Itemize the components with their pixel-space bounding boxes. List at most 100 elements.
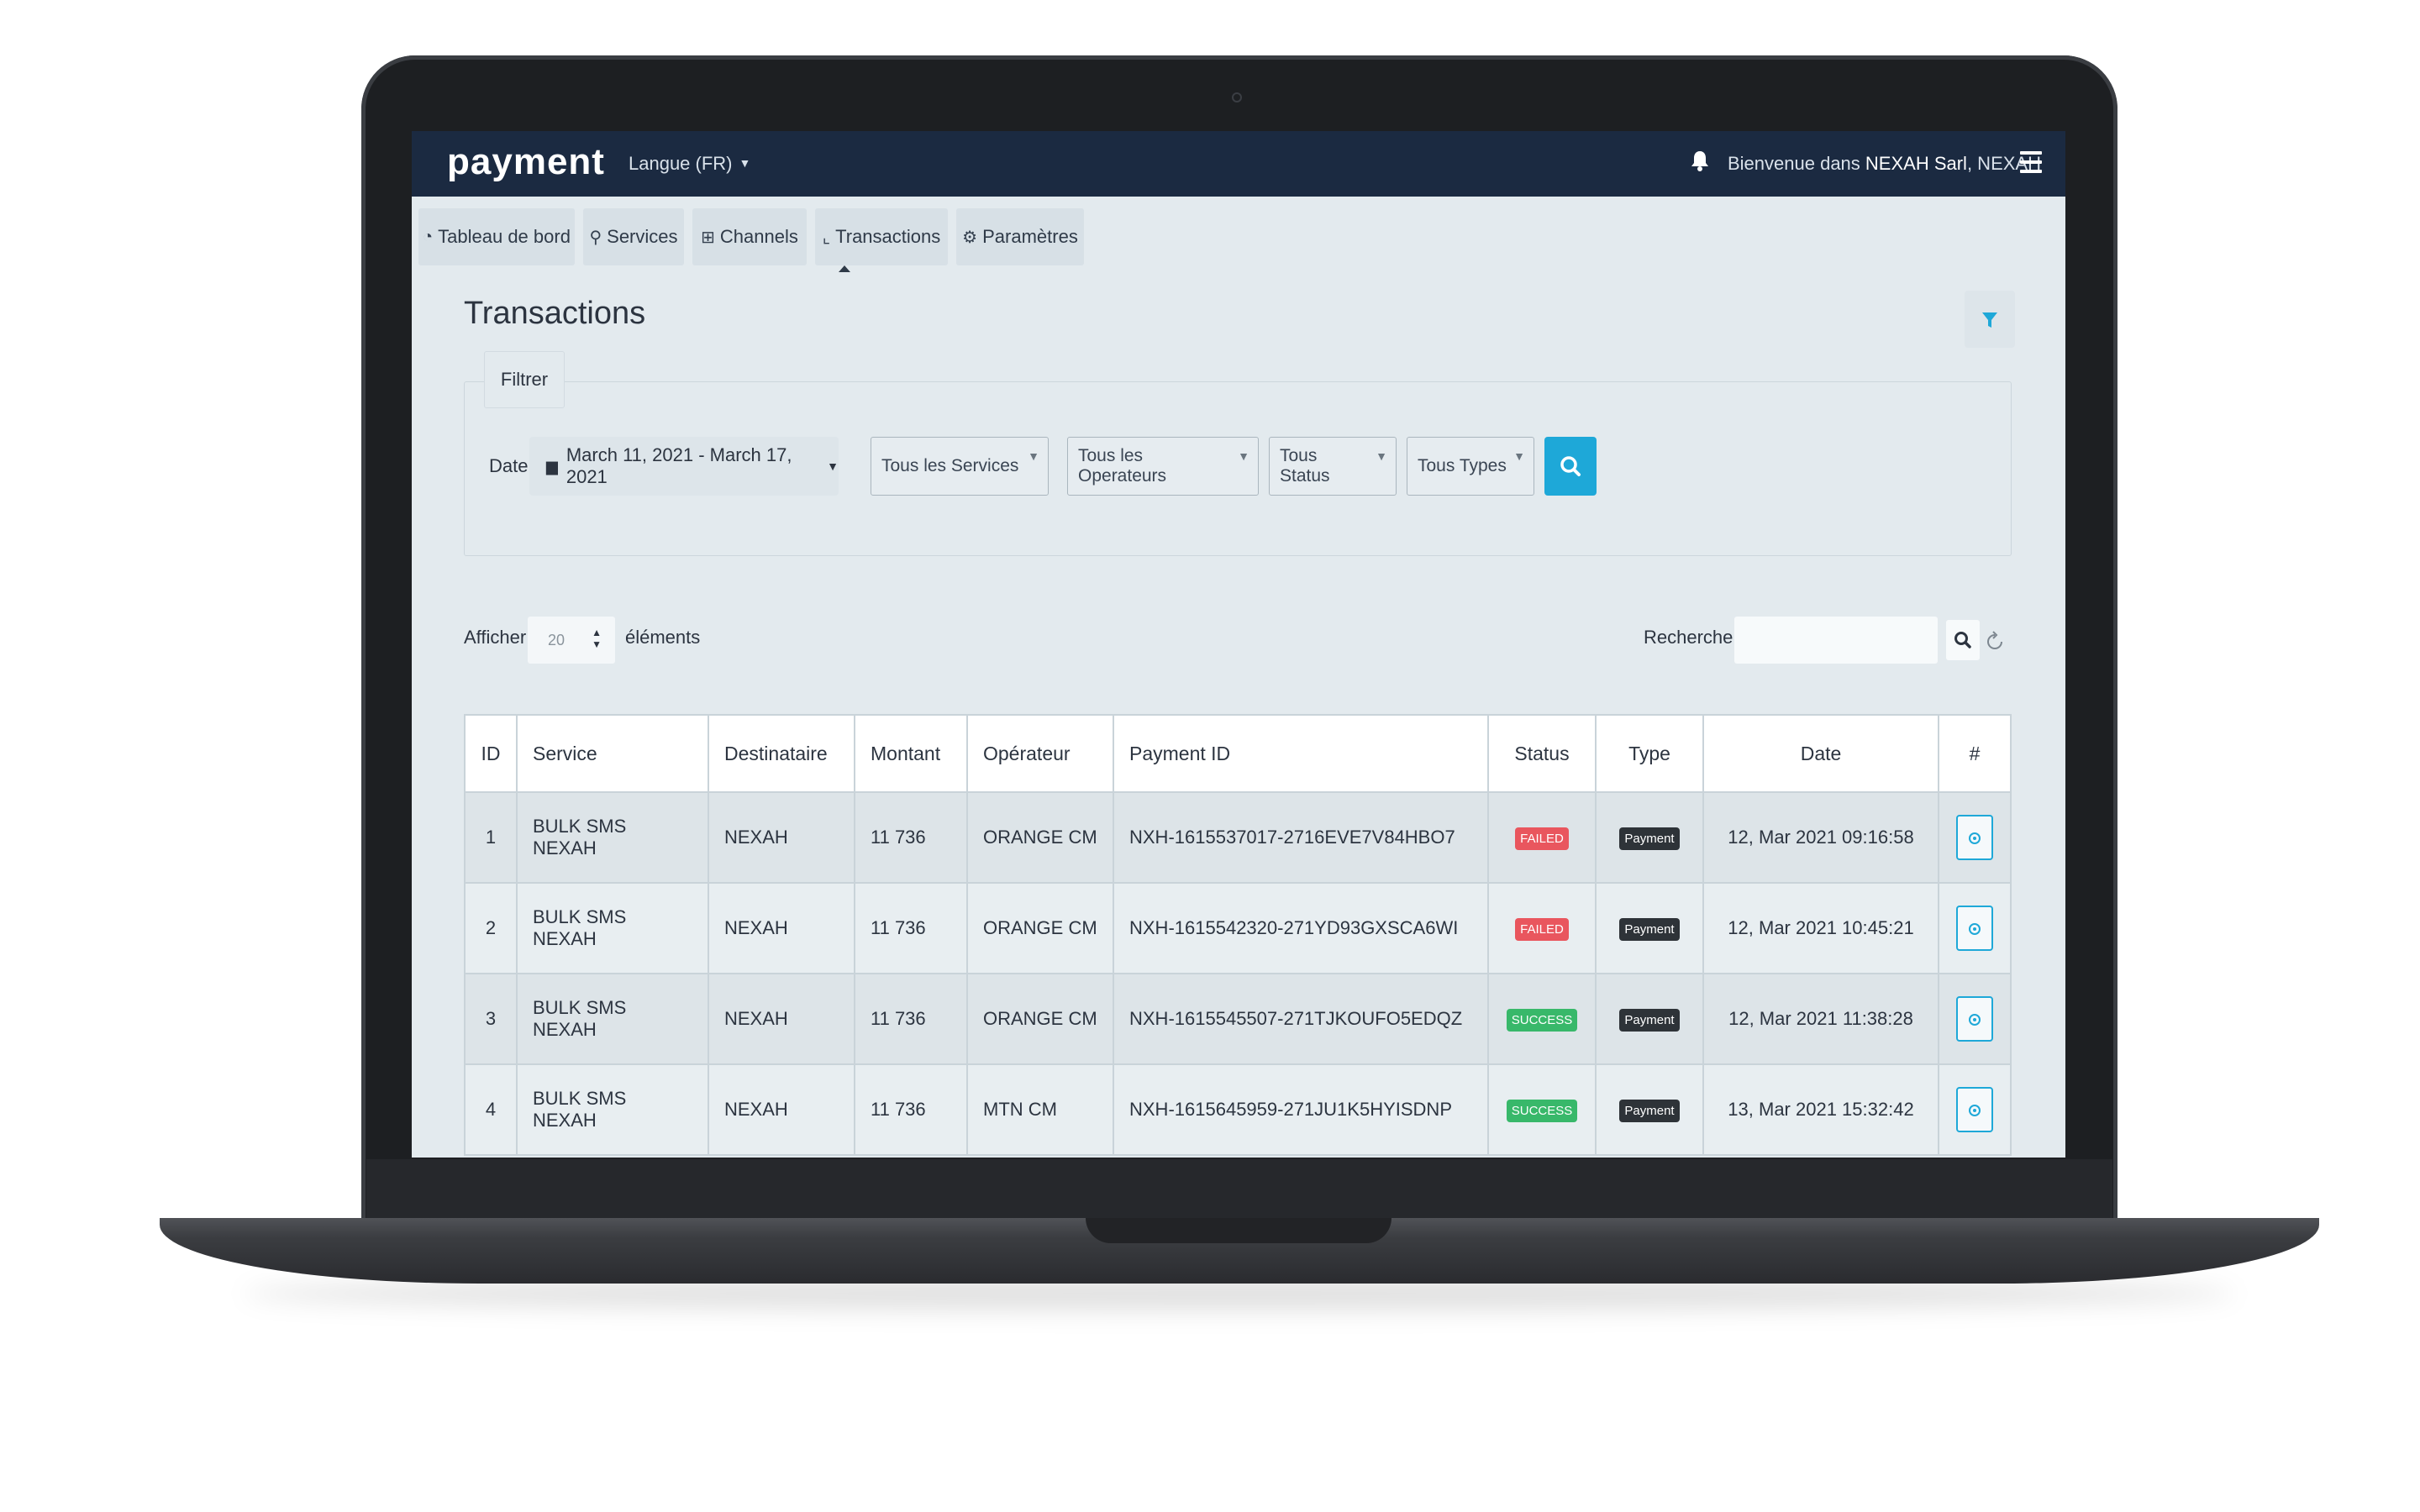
- cell-status: SUCCESS: [1487, 973, 1597, 1065]
- col-payment-id[interactable]: Payment ID: [1113, 714, 1489, 793]
- status-select-value: Tous Status: [1280, 446, 1330, 486]
- cell-service: BULK SMS NEXAH: [516, 882, 709, 974]
- services-select[interactable]: Tous les Services ▼: [871, 437, 1049, 496]
- cell-payment-id: NXH-1615542320-271YD93GXSCA6WI: [1113, 882, 1489, 974]
- page-size-value: 20: [548, 631, 566, 648]
- eye-icon: [1969, 923, 1981, 935]
- col-type[interactable]: Type: [1595, 714, 1704, 793]
- apply-filter-button[interactable]: [1544, 437, 1597, 496]
- view-details-button[interactable]: [1956, 815, 1993, 860]
- type-badge: Payment: [1619, 1008, 1680, 1032]
- cell-service: BULK SMS NEXAH: [516, 973, 709, 1065]
- filter-toggle-button[interactable]: [1965, 291, 2015, 348]
- cell-amount: 11 736: [854, 791, 968, 884]
- filter-legend: Filtrer: [484, 351, 565, 408]
- col-operateur[interactable]: Opérateur: [966, 714, 1114, 793]
- cell-id: 1: [464, 791, 518, 884]
- cell-type: Payment: [1595, 1063, 1704, 1156]
- status-badge: FAILED: [1515, 917, 1569, 941]
- laptop-notch: [1086, 1218, 1392, 1243]
- gear-icon: ⚙: [962, 228, 978, 247]
- dashboard-icon: ◔: [423, 227, 434, 246]
- cell-recipient: NEXAH: [708, 1063, 855, 1156]
- language-dropdown[interactable]: Langue (FR) ▼: [629, 153, 750, 175]
- date-range-value: March 11, 2021 - March 17, 2021: [566, 444, 792, 487]
- caret-down-icon: ▼: [1238, 449, 1249, 463]
- page-size-select[interactable]: 20 ▲ ▼: [528, 617, 615, 664]
- col-montant[interactable]: Montant: [854, 714, 968, 793]
- tab-transactions[interactable]: ⌞ Transactions: [815, 208, 948, 265]
- cell-status: FAILED: [1487, 791, 1597, 884]
- funnel-icon: [1982, 312, 1997, 328]
- eye-icon: [1969, 1105, 1981, 1116]
- tab-tableau-de-bord[interactable]: ◔ Tableau de bord: [418, 208, 575, 265]
- cell-operator: ORANGE CM: [966, 791, 1114, 884]
- tab-label: Channels: [719, 226, 798, 247]
- status-badge: FAILED: [1515, 827, 1569, 850]
- table-row: 4 BULK SMS NEXAH NEXAH 11 736 MTN CM NXH…: [464, 1063, 2012, 1156]
- view-details-button[interactable]: [1956, 1087, 1993, 1132]
- view-details-button[interactable]: [1956, 996, 1993, 1042]
- show-label: Afficher: [464, 627, 527, 648]
- cell-recipient: NEXAH: [708, 882, 855, 974]
- search-label: Recherche: [1644, 627, 1733, 648]
- cell-amount: 11 736: [854, 973, 968, 1065]
- cell-date: 13, Mar 2021 15:32:42: [1702, 1063, 1939, 1156]
- webcam: [1232, 92, 1242, 102]
- cell-actions: [1938, 1063, 2012, 1156]
- col-service[interactable]: Service: [516, 714, 709, 793]
- tab-parametres[interactable]: ⚙ Paramètres: [956, 208, 1084, 265]
- tab-services[interactable]: ⚲ Services: [583, 208, 684, 265]
- transactions-table: ID Service Destinataire Montant Opérateu…: [464, 714, 2012, 1156]
- bell-icon[interactable]: [1691, 150, 1709, 171]
- caret-down-icon: ▼: [1028, 449, 1039, 463]
- cell-amount: 11 736: [854, 1063, 968, 1156]
- types-select[interactable]: Tous Types ▼: [1407, 437, 1534, 496]
- refresh-icon[interactable]: [1985, 630, 2005, 654]
- tab-label: Services: [607, 226, 678, 247]
- laptop-chin: [366, 1159, 2112, 1218]
- caret-down-icon: ▼: [827, 459, 839, 473]
- cell-payment-id: NXH-1615645959-271JU1K5HYISDNP: [1113, 1063, 1489, 1156]
- table-row: 1 BULK SMS NEXAH NEXAH 11 736 ORANGE CM …: [464, 791, 2012, 884]
- cell-actions: [1938, 791, 2012, 884]
- hamburger-menu-icon[interactable]: [2020, 151, 2042, 175]
- col-id[interactable]: ID: [464, 714, 518, 793]
- caret-down-icon: ▼: [1376, 449, 1387, 463]
- cell-operator: ORANGE CM: [966, 973, 1114, 1065]
- type-badge: Payment: [1619, 1099, 1680, 1122]
- col-destinataire[interactable]: Destinataire: [708, 714, 855, 793]
- search-button[interactable]: [1946, 620, 1980, 660]
- date-range-picker[interactable]: ▆ March 11, 2021 - March 17, 2021 ▼: [529, 437, 839, 496]
- welcome-prefix: Bienvenue dans: [1728, 153, 1865, 174]
- view-details-button[interactable]: [1956, 906, 1993, 951]
- search-icon: [1560, 456, 1581, 476]
- tab-channels[interactable]: ⊞ Channels: [692, 208, 807, 265]
- app-screen: payment Langue (FR) ▼ Bienvenue dans NEXA…: [412, 131, 2065, 1158]
- cell-payment-id: NXH-1615537017-2716EVE7V84HBO7: [1113, 791, 1489, 884]
- cell-id: 2: [464, 882, 518, 974]
- line-chart-icon: ⌞: [822, 228, 831, 247]
- status-select[interactable]: Tous Status ▼: [1269, 437, 1397, 496]
- caret-down-icon: ▼: [1513, 449, 1525, 463]
- brand-logo[interactable]: payment: [447, 141, 605, 183]
- col-date[interactable]: Date: [1702, 714, 1939, 793]
- type-badge: Payment: [1619, 827, 1680, 850]
- date-label: Date: [489, 455, 529, 476]
- page-title: Transactions: [464, 296, 646, 331]
- cell-recipient: NEXAH: [708, 973, 855, 1065]
- cell-date: 12, Mar 2021 10:45:21: [1702, 882, 1939, 974]
- top-navbar: payment Langue (FR) ▼ Bienvenue dans NEXA…: [412, 131, 2065, 197]
- cell-amount: 11 736: [854, 882, 968, 974]
- language-label: Langue (FR): [629, 153, 733, 174]
- search-input[interactable]: [1734, 617, 1938, 664]
- operators-select-value: Tous les Operateurs: [1078, 446, 1167, 486]
- cell-id: 3: [464, 973, 518, 1065]
- sitemap-icon: ⊞: [701, 228, 715, 247]
- cell-recipient: NEXAH: [708, 791, 855, 884]
- col-status[interactable]: Status: [1487, 714, 1597, 793]
- cell-actions: [1938, 973, 2012, 1065]
- operators-select[interactable]: Tous les Operateurs ▼: [1067, 437, 1259, 496]
- welcome-company: NEXAH Sarl: [1865, 153, 1967, 174]
- table-row: 3 BULK SMS NEXAH NEXAH 11 736 ORANGE CM …: [464, 973, 2012, 1065]
